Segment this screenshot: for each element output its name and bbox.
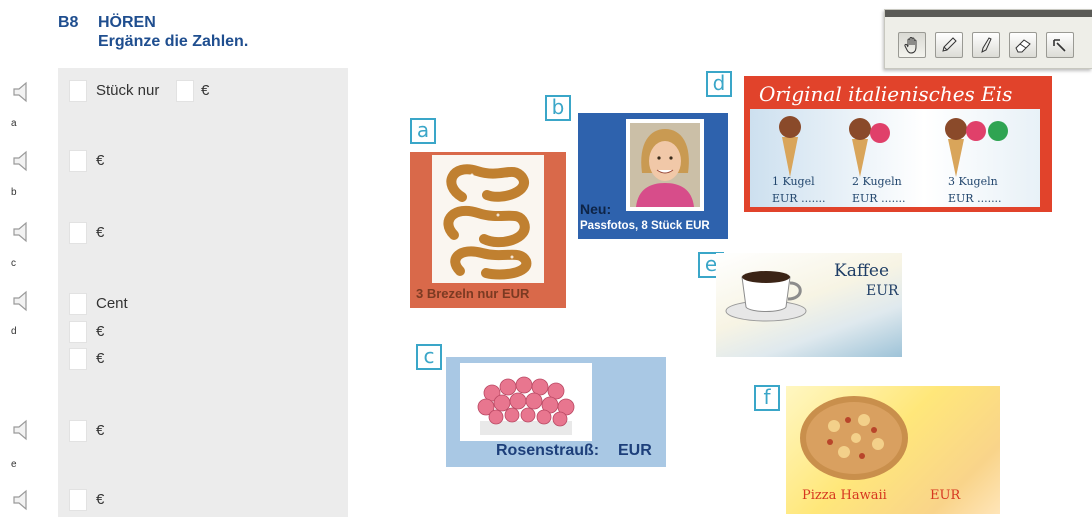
label-euro-f: €	[96, 491, 105, 508]
exercise-code: B8	[58, 14, 79, 31]
kaffee-title: Kaffee	[834, 261, 890, 281]
pizza-photo	[800, 396, 908, 480]
label-euro-d3: €	[96, 350, 105, 367]
eraser-icon[interactable]	[1009, 32, 1037, 58]
card-tag-f: f	[754, 385, 780, 411]
label-2-kugeln: 2 Kugeln	[852, 175, 902, 188]
card-tag-d: d	[706, 71, 732, 97]
rosen-title: Rosenstrauß:	[496, 442, 600, 459]
speaker-icon-f[interactable]	[10, 488, 34, 512]
row-letter-e: e	[11, 459, 17, 470]
undo-arrow-icon[interactable]	[1046, 32, 1074, 58]
speaker-icon-a[interactable]	[10, 80, 34, 104]
label-1-kugel: 1 Kugel	[772, 175, 815, 188]
label-neu: Neu:	[580, 201, 612, 217]
eis-panel: 1 Kugel 2 Kugeln 3 Kugeln EUR ....... EU…	[750, 109, 1040, 207]
passfoto-frame	[626, 119, 704, 211]
card-tag-b: b	[545, 95, 571, 121]
label-euro-d2: €	[96, 323, 105, 340]
label-euro-b: €	[96, 152, 105, 169]
row-letter-b: b	[11, 187, 17, 198]
pencil-icon[interactable]	[935, 32, 963, 58]
pen-icon[interactable]	[972, 32, 1000, 58]
answer-field-d2[interactable]	[69, 321, 87, 343]
speaker-icon-b[interactable]	[10, 149, 34, 173]
hand-icon[interactable]	[898, 32, 926, 58]
card-pizza: Pizza Hawaii EUR	[786, 386, 1000, 514]
card-kaffee: Kaffee EUR	[716, 253, 902, 357]
toolbar-drag-bar[interactable]	[885, 10, 1092, 17]
label-stueck-nur: Stück nur	[96, 82, 160, 99]
answer-field-d1[interactable]	[69, 293, 87, 315]
rosen-eur: EUR	[618, 442, 652, 459]
card-tag-c: c	[416, 344, 442, 370]
exercise-title: HÖREN	[98, 14, 156, 31]
card-brezeln: 3 Brezeln nur EUR	[410, 152, 566, 308]
answer-field-c[interactable]	[69, 222, 87, 244]
answer-field-d3[interactable]	[69, 348, 87, 370]
card-passfotos: Neu: Passfotos, 8 Stück EUR	[578, 113, 728, 239]
eur-1-kugel: EUR .......	[772, 192, 826, 205]
caption-passfotos: Passfotos, 8 Stück EUR	[580, 220, 710, 232]
brezel-photo	[432, 155, 544, 283]
coffee-cup-icon	[725, 271, 807, 322]
pizza-eur: EUR	[930, 488, 961, 503]
label-euro-c: €	[96, 224, 105, 241]
card-rosen: Rosenstrauß: EUR	[446, 357, 666, 467]
row-letter-a: a	[11, 118, 17, 129]
speaker-icon-d[interactable]	[10, 289, 34, 313]
label-euro-a: €	[201, 82, 210, 99]
eur-3-kugeln: EUR .......	[948, 192, 1002, 205]
label-3-kugeln: 3 Kugeln	[948, 175, 998, 188]
speaker-icon-e[interactable]	[10, 418, 34, 442]
answer-field-f[interactable]	[69, 489, 87, 511]
card-eis: Original italienisches Eis 1 Kugel 2 Kug…	[744, 76, 1052, 212]
answer-field-a2[interactable]	[176, 80, 194, 102]
roses-photo	[460, 363, 592, 441]
exercise-heading: B8 HÖREN Ergänze die Zahlen.	[58, 13, 248, 51]
pizza-title: Pizza Hawaii	[802, 488, 887, 503]
eur-2-kugeln: EUR .......	[852, 192, 906, 205]
speaker-icon-c[interactable]	[10, 220, 34, 244]
answer-field-a1[interactable]	[69, 80, 87, 102]
answer-field-b[interactable]	[69, 150, 87, 172]
eis-title: Original italienisches Eis	[759, 82, 1013, 106]
caption-brezeln: 3 Brezeln nur EUR	[416, 286, 530, 301]
answer-field-e[interactable]	[69, 420, 87, 442]
card-tag-a: a	[410, 118, 436, 144]
portrait-photo	[630, 123, 700, 207]
kaffee-eur: EUR	[866, 283, 899, 299]
label-cent-d: Cent	[96, 295, 128, 312]
exercise-instruction: Ergänze die Zahlen.	[98, 33, 249, 50]
row-letter-c: c	[11, 258, 16, 269]
label-euro-e: €	[96, 422, 105, 439]
row-letter-d: d	[11, 326, 17, 337]
drawing-toolbar	[884, 9, 1092, 69]
